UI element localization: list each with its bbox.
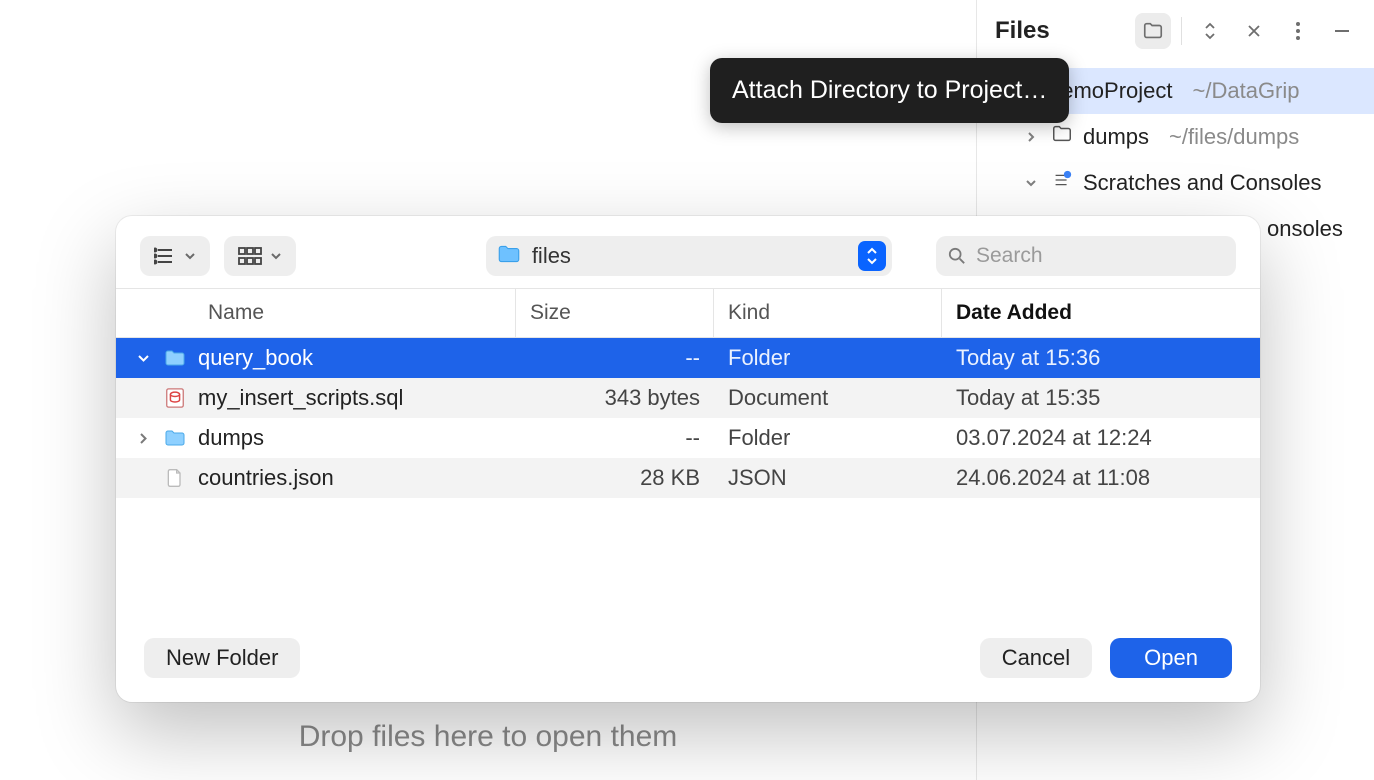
chevron-up-down-icon [1201, 20, 1219, 42]
database-icon [162, 385, 188, 411]
search-icon [948, 246, 966, 266]
chevron-down-icon [184, 250, 196, 262]
column-label: Date Added [956, 301, 1072, 325]
file-kind: Document [714, 385, 942, 411]
folder-icon [162, 425, 188, 451]
minimize-panel-button[interactable] [1324, 13, 1360, 49]
file-date: Today at 15:36 [942, 345, 1260, 371]
panel-menu-button[interactable] [1280, 13, 1316, 49]
open-button[interactable]: Open [1110, 638, 1232, 678]
search-box[interactable] [936, 236, 1236, 276]
chevron-up-down-icon [865, 246, 879, 266]
list-icon [154, 247, 176, 265]
folder-icon [1142, 20, 1164, 42]
tree-item-path: ~/DataGrip [1193, 78, 1300, 104]
file-size: 343 bytes [516, 385, 714, 411]
chevron-down-icon [1021, 173, 1041, 193]
column-date[interactable]: Date Added [942, 289, 1260, 337]
file-size: -- [516, 425, 714, 451]
toolbar-divider [1181, 17, 1182, 45]
tree-item-path: ~/files/dumps [1169, 124, 1299, 150]
tree-item-name: Scratches and Consoles [1083, 170, 1321, 196]
document-icon [162, 465, 188, 491]
file-date: 24.06.2024 at 11:08 [942, 465, 1260, 491]
folder-icon [1051, 123, 1073, 151]
drop-zone-text: Drop files here to open them [299, 720, 678, 753]
column-kind[interactable]: Kind [714, 289, 942, 337]
column-label: Size [530, 301, 571, 325]
chevron-down-icon [270, 250, 282, 262]
dialog-footer: New Folder Cancel Open [116, 620, 1260, 702]
file-name: countries.json [198, 465, 334, 491]
chevron-down-icon [134, 352, 152, 365]
file-row[interactable]: query_book -- Folder Today at 15:36 [116, 338, 1260, 378]
tree-item-name: dumps [1083, 124, 1149, 150]
path-selector[interactable]: files [486, 236, 892, 276]
chevron-right-icon [134, 432, 152, 445]
column-label: Kind [728, 301, 770, 325]
tooltip: Attach Directory to Project… [710, 58, 1069, 123]
panel-toolbar [1192, 13, 1360, 49]
chevron-right-icon [1021, 127, 1041, 147]
tooltip-text: Attach Directory to Project… [732, 76, 1047, 104]
file-kind: Folder [714, 425, 942, 451]
files-panel-title: Files [995, 17, 1050, 45]
tree-item-name: onsoles [1267, 216, 1343, 242]
file-date: Today at 15:35 [942, 385, 1260, 411]
path-stepper[interactable] [858, 241, 886, 271]
drop-zone-hint: Drop files here to open them [0, 720, 976, 754]
grid-icon [238, 247, 262, 265]
table-header: Name Size Kind Date Added [116, 289, 1260, 337]
expand-collapse-button[interactable] [1192, 13, 1228, 49]
cancel-button[interactable]: Cancel [980, 638, 1092, 678]
file-list: query_book -- Folder Today at 15:36 my_i… [116, 338, 1260, 498]
grid-view-button[interactable] [224, 236, 296, 276]
path-label: files [532, 243, 848, 269]
close-icon [1245, 22, 1263, 40]
column-label: Name [208, 301, 264, 325]
file-name: my_insert_scripts.sql [198, 385, 403, 411]
close-panel-button[interactable] [1236, 13, 1272, 49]
attach-directory-button[interactable] [1135, 13, 1171, 49]
file-kind: JSON [714, 465, 942, 491]
folder-icon [162, 345, 188, 371]
column-name[interactable]: Name [116, 289, 516, 337]
files-panel-header: Files [977, 0, 1374, 62]
file-name: query_book [198, 345, 313, 371]
kebab-icon [1295, 21, 1301, 41]
file-size: 28 KB [516, 465, 714, 491]
list-view-button[interactable] [140, 236, 210, 276]
scratches-icon [1051, 169, 1073, 197]
tree-item-scratches[interactable]: Scratches and Consoles [977, 160, 1374, 206]
file-row[interactable]: my_insert_scripts.sql 343 bytes Document… [116, 378, 1260, 418]
file-name: dumps [198, 425, 264, 451]
search-input[interactable] [976, 244, 1224, 268]
minimize-icon [1332, 21, 1352, 41]
dialog-toolbar: files [116, 216, 1260, 288]
file-date: 03.07.2024 at 12:24 [942, 425, 1260, 451]
new-folder-button[interactable]: New Folder [144, 638, 300, 678]
file-row[interactable]: countries.json 28 KB JSON 24.06.2024 at … [116, 458, 1260, 498]
file-size: -- [516, 345, 714, 371]
file-row[interactable]: dumps -- Folder 03.07.2024 at 12:24 [116, 418, 1260, 458]
column-size[interactable]: Size [516, 289, 714, 337]
folder-icon [496, 241, 522, 272]
file-kind: Folder [714, 345, 942, 371]
file-open-dialog: files Name Size Kind Date Added [116, 216, 1260, 702]
